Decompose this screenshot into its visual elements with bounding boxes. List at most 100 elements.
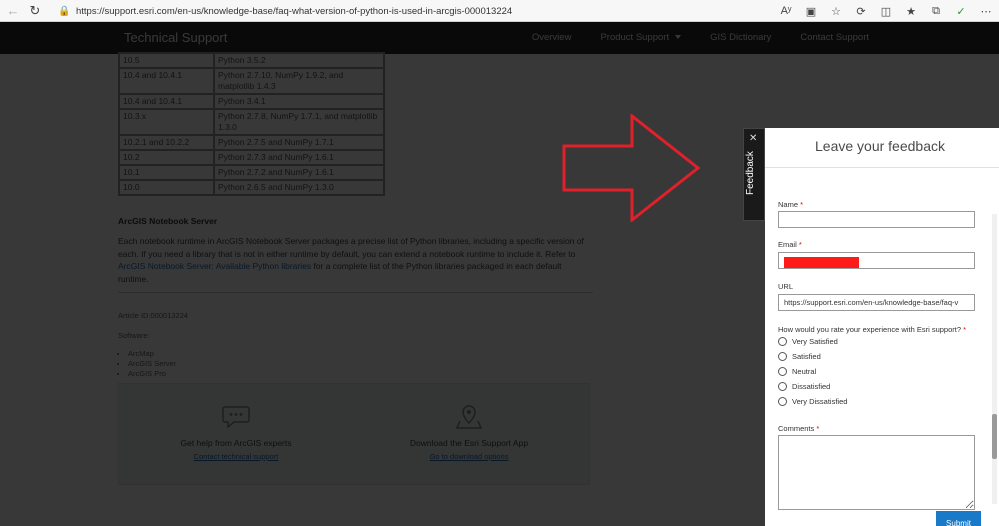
map-pin-icon [454,404,484,429]
web-page: Technical Support Overview Product Suppo… [0,22,999,526]
browser-actions: Aʸ ▣ ☆ ⟳ ◫ ★ ⧉ ✓ ⋯ [779,2,993,20]
rating-question-text: How would you rate your experience with … [778,325,962,334]
rating-option-label: Very Satisfied [792,337,838,346]
address-bar[interactable]: 🔒 https://support.esri.com/en-us/knowled… [58,2,798,20]
back-icon[interactable]: ← [4,2,22,20]
feedback-header: Leave your feedback [765,128,999,168]
url-field[interactable] [778,294,975,311]
required-mark: * [816,424,820,433]
redaction-mark [784,257,859,268]
split-screen-icon[interactable]: ◫ [879,4,893,18]
comments-field[interactable] [778,435,975,510]
rating-very-dissatisfied[interactable]: Very Dissatisfied [778,397,847,406]
name-label: Name * [778,200,803,209]
site-nav: Overview Product Support GIS Dictionary … [532,32,869,43]
table-row: 10.4 and 10.4.1 Python 3.4.1 [118,93,385,110]
nav-product-support-label: Product Support [600,32,670,43]
notebook-paragraph: Each notebook runtime in ArcGIS Notebook… [118,235,593,285]
table-row: 10.3.x Python 2.7.8, NumPy 1.7.1, and mat… [118,108,385,136]
read-aloud-icon[interactable]: Aʸ [779,4,793,18]
site-title[interactable]: Technical Support [124,30,227,45]
rating-dissatisfied[interactable]: Dissatisfied [778,382,830,391]
rating-option-label: Very Dissatisfied [792,397,848,406]
rating-question: How would you rate your experience with … [778,325,966,334]
python-cell: Python 2.6.5 and NumPy 1.3.0 [213,179,385,196]
name-label-text: Name [778,200,799,209]
more-icon[interactable]: ⋯ [979,4,993,18]
feedback-tab-label: Feedback [745,151,756,195]
notebook-libraries-link[interactable]: ArcGIS Notebook Server: Available Python… [118,261,311,271]
chat-bubble-icon [221,404,251,429]
favorite-star-icon[interactable]: ☆ [829,4,843,18]
rating-very-satisfied[interactable]: Very Satisfied [778,337,838,346]
name-field[interactable] [778,211,975,228]
python-cell: Python 2.7.10, NumPy 1.9.2, and matplotl… [213,67,385,95]
required-mark: * [963,325,967,334]
software-item: ArcGIS Pro [128,369,176,379]
version-cell: 10.4 and 10.4.1 [118,67,215,95]
required-mark: * [798,240,802,249]
download-options-link[interactable]: Go to download options [394,452,544,461]
submit-button[interactable]: Submit [936,511,981,526]
notebook-text-1: Each notebook runtime in ArcGIS Notebook… [118,236,584,259]
rating-option-label: Satisfied [792,352,821,361]
software-item: ArcGIS Server [128,359,176,369]
chevron-down-icon [675,35,682,40]
feedback-panel: Leave your feedback Name * Email * URL H… [765,128,999,526]
notebook-heading: ArcGIS Notebook Server [118,216,218,226]
nav-gis-dictionary[interactable]: GIS Dictionary [710,32,771,43]
app-available-icon[interactable]: ▣ [804,4,818,18]
browser-essentials-icon[interactable]: ✓ [954,4,968,18]
required-mark: * [800,200,804,209]
collections-icon[interactable]: ⧉ [929,4,943,18]
help-experts: Get help from ArcGIS experts Contact tec… [161,404,311,461]
table-row: 10.2 Python 2.7.3 and NumPy 1.6.1 [118,149,385,166]
form-scrollbar[interactable] [992,214,997,504]
version-cell: 10.0 [118,179,215,196]
scrollbar-thumb[interactable] [992,414,997,459]
nav-overview[interactable]: Overview [532,32,572,43]
comments-label-text: Comments [778,424,815,433]
python-cell: Python 2.7.8, NumPy 1.7.1, and matplotli… [213,108,385,136]
rating-option-label: Dissatisfied [792,382,831,391]
version-cell: 10.2 [118,149,215,166]
version-cell: 10.1 [118,164,215,181]
table-row: 10.0 Python 2.6.5 and NumPy 1.3.0 [118,179,385,196]
contact-support-link[interactable]: Contact technical support [161,452,311,461]
nav-contact-support[interactable]: Contact Support [800,32,869,43]
article-id: Article ID:000013224 [118,311,189,320]
feedback-form: Name * Email * URL How would you rate yo… [765,168,999,526]
table-row: 10.4 and 10.4.1 Python 2.7.10, NumPy 1.9.… [118,67,385,95]
favorites-icon[interactable]: ★ [904,4,918,18]
url-label: URL [778,282,794,291]
radio-button[interactable] [778,352,787,361]
feedback-tab[interactable]: ✕ Feedback [743,128,765,221]
software-label: Software: [118,331,150,340]
python-cell: Python 3.5.2 [213,52,385,69]
python-cell: Python 2.7.5 and NumPy 1.7.1 [213,134,385,151]
help-box: Get help from ArcGIS experts Contact tec… [118,383,590,485]
software-item: ArcMap [128,349,176,359]
extension-icon[interactable]: ⟳ [854,4,868,18]
radio-button[interactable] [778,337,787,346]
rating-option-label: Neutral [792,367,817,376]
python-cell: Python 2.7.2 and NumPy 1.6.1 [213,164,385,181]
help-experts-title: Get help from ArcGIS experts [180,438,292,448]
python-cell: Python 3.4.1 [213,93,385,110]
rating-satisfied[interactable]: Satisfied [778,352,821,361]
version-cell: 10.5 [118,52,215,69]
rating-neutral[interactable]: Neutral [778,367,816,376]
comments-label: Comments * [778,424,819,433]
refresh-icon[interactable]: ↻ [26,2,44,20]
divider [118,292,593,293]
nav-product-support[interactable]: Product Support [600,32,682,43]
url-text: https://support.esri.com/en-us/knowledge… [76,5,513,17]
table-row: 10.1 Python 2.7.2 and NumPy 1.6.1 [118,164,385,181]
version-cell: 10.3.x [118,108,215,136]
help-app: Download the Esri Support App Go to down… [394,404,544,461]
radio-button[interactable] [778,397,787,406]
version-cell: 10.2.1 and 10.2.2 [118,134,215,151]
radio-button[interactable] [778,382,787,391]
radio-button[interactable] [778,367,787,376]
version-cell: 10.4 and 10.4.1 [118,93,215,110]
